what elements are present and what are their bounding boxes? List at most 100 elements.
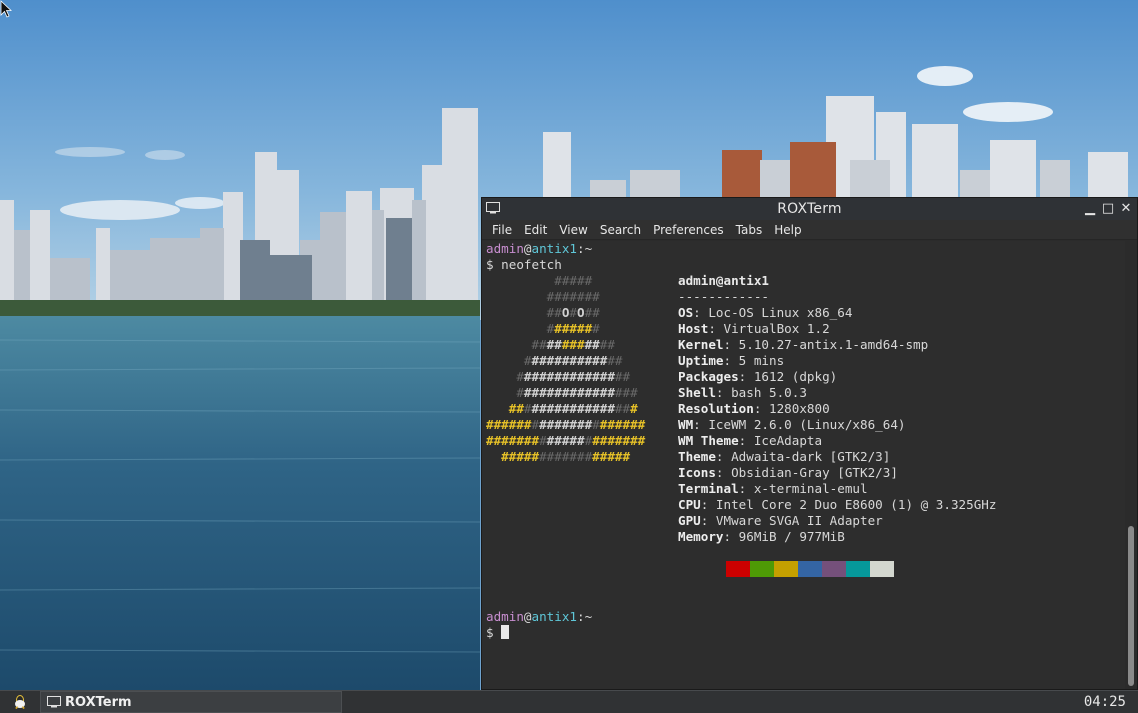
info-colon: :: [693, 417, 709, 432]
ascii-segment: #: [531, 417, 540, 432]
info-value: 5.10.27-antix.1-amd64-smp: [738, 337, 929, 352]
maximize-button[interactable]: □: [1099, 198, 1117, 220]
menu-preferences[interactable]: Preferences: [647, 220, 730, 240]
info-key: Kernel: [678, 337, 724, 352]
info-key: Memory: [678, 529, 724, 544]
task-label: ROXTerm: [65, 694, 132, 710]
ascii-segment: #: [569, 305, 578, 320]
terminal-output[interactable]: admin@antix1:~ $ neofetch ##### ####### …: [482, 241, 1125, 689]
info-row: GPU: VMware SVGA II Adapter: [678, 513, 883, 529]
ascii-segment: #: [630, 401, 638, 416]
ascii-segment: ##########: [531, 353, 608, 368]
ascii-segment: ##: [614, 369, 631, 384]
menu-file[interactable]: File: [486, 220, 518, 240]
ascii-segment: ###: [614, 385, 638, 400]
ascii-logo-row: #################: [486, 401, 638, 417]
ascii-logo-row: ################: [486, 385, 638, 401]
info-key: Uptime: [678, 353, 724, 368]
info-row: Resolution: 1280x800: [678, 401, 830, 417]
terminal-scrollbar[interactable]: [1125, 241, 1137, 689]
task-roxterm[interactable]: ROXTerm: [40, 691, 342, 713]
prompt-line-2: admin@antix1:~: [486, 609, 592, 625]
ascii-logo-row: #####################: [486, 417, 645, 433]
menu-search[interactable]: Search: [594, 220, 647, 240]
window-title: ROXTerm: [777, 201, 842, 217]
ascii-segment: #######: [539, 417, 593, 432]
palette-swatch: [846, 561, 870, 577]
menu-tabs[interactable]: Tabs: [730, 220, 769, 240]
info-key: GPU: [678, 513, 701, 528]
window-titlebar[interactable]: ROXTerm ▁ □ ✕: [482, 198, 1137, 220]
info-value: VirtualBox 1.2: [723, 321, 830, 336]
ascii-logo-row: #####################: [486, 433, 645, 449]
ascii-segment: #: [486, 321, 555, 336]
minimize-button[interactable]: ▁: [1081, 198, 1099, 220]
info-key: Host: [678, 321, 709, 336]
ascii-segment: ###########: [531, 401, 615, 416]
terminal-icon: [486, 202, 500, 214]
input-prompt: $: [486, 625, 502, 640]
info-colon: :: [723, 337, 739, 352]
info-key: WM Theme: [678, 433, 739, 448]
start-menu-button[interactable]: [0, 691, 40, 713]
info-row: Kernel: 5.10.27-antix.1-amd64-smp: [678, 337, 928, 353]
info-colon: :: [738, 481, 754, 496]
info-value: Obsidian-Gray [GTK2/3]: [731, 465, 898, 480]
ascii-segment: #######: [539, 449, 593, 464]
ascii-logo-row: ###############: [486, 369, 630, 385]
clock[interactable]: 04:25: [1084, 691, 1126, 713]
scrollbar-thumb[interactable]: [1128, 526, 1134, 686]
ascii-segment: #: [486, 353, 532, 368]
menu-bar: File Edit View Search Preferences Tabs H…: [482, 220, 1137, 240]
palette-swatch: [822, 561, 846, 577]
ascii-logo-row: #######: [486, 289, 600, 305]
info-key: Shell: [678, 385, 716, 400]
info-value: 5 mins: [738, 353, 785, 368]
info-row: Host: VirtualBox 1.2: [678, 321, 830, 337]
info-row: Shell: bash 5.0.3: [678, 385, 807, 401]
input-line[interactable]: $: [486, 625, 510, 641]
prompt-user: admin: [486, 241, 524, 256]
ascii-segment: ############: [523, 369, 615, 384]
info-key: Packages: [678, 369, 739, 384]
ascii-segment: #: [486, 369, 524, 384]
ascii-segment: ##: [486, 337, 547, 352]
ascii-logo-row: #############: [486, 353, 623, 369]
info-key: Theme: [678, 449, 716, 464]
ascii-segment: ##: [546, 337, 562, 352]
info-key: Resolution: [678, 401, 754, 416]
menu-help[interactable]: Help: [768, 220, 807, 240]
info-row: WM Theme: IceAdapta: [678, 433, 822, 449]
info-value: IceWM 2.6.0 (Linux/x86_64): [708, 417, 906, 432]
ascii-segment: ######: [486, 417, 532, 432]
close-button[interactable]: ✕: [1117, 198, 1135, 220]
ascii-segment: ##: [607, 353, 623, 368]
neofetch-user-host: admin@antix1: [678, 273, 769, 288]
info-row: Icons: Obsidian-Gray [GTK2/3]: [678, 465, 898, 481]
antix-logo-icon: [15, 695, 25, 709]
info-key: CPU: [678, 497, 701, 512]
palette-swatch: [750, 561, 774, 577]
ascii-logo-row: #####: [486, 273, 592, 289]
ascii-segment: ##: [486, 401, 524, 416]
prompt-path: :~: [577, 241, 593, 256]
neofetch-separator: ------------: [678, 289, 769, 304]
info-colon: :: [753, 401, 769, 416]
info-value: Intel Core 2 Duo E8600 (1) @ 3.325GHz: [715, 497, 997, 512]
palette-swatch: [774, 561, 798, 577]
taskbar: ROXTerm 04:25: [0, 690, 1138, 713]
info-value: 1612 (dpkg): [753, 369, 838, 384]
menu-edit[interactable]: Edit: [518, 220, 553, 240]
prompt-user: admin: [486, 609, 524, 624]
info-key: WM: [678, 417, 694, 432]
ascii-logo-row: #################: [486, 449, 630, 465]
roxterm-window[interactable]: ROXTerm ▁ □ ✕ File Edit View Search Pref…: [481, 197, 1138, 690]
menu-view[interactable]: View: [553, 220, 593, 240]
info-value: bash 5.0.3: [731, 385, 807, 400]
ascii-segment: #####: [486, 273, 593, 288]
info-colon: :: [715, 449, 732, 464]
info-row: Terminal: x-terminal-emul: [678, 481, 868, 497]
info-key: Icons: [678, 465, 716, 480]
window-controls: ▁ □ ✕: [1081, 198, 1135, 220]
ascii-logo-row: #######: [486, 321, 600, 337]
